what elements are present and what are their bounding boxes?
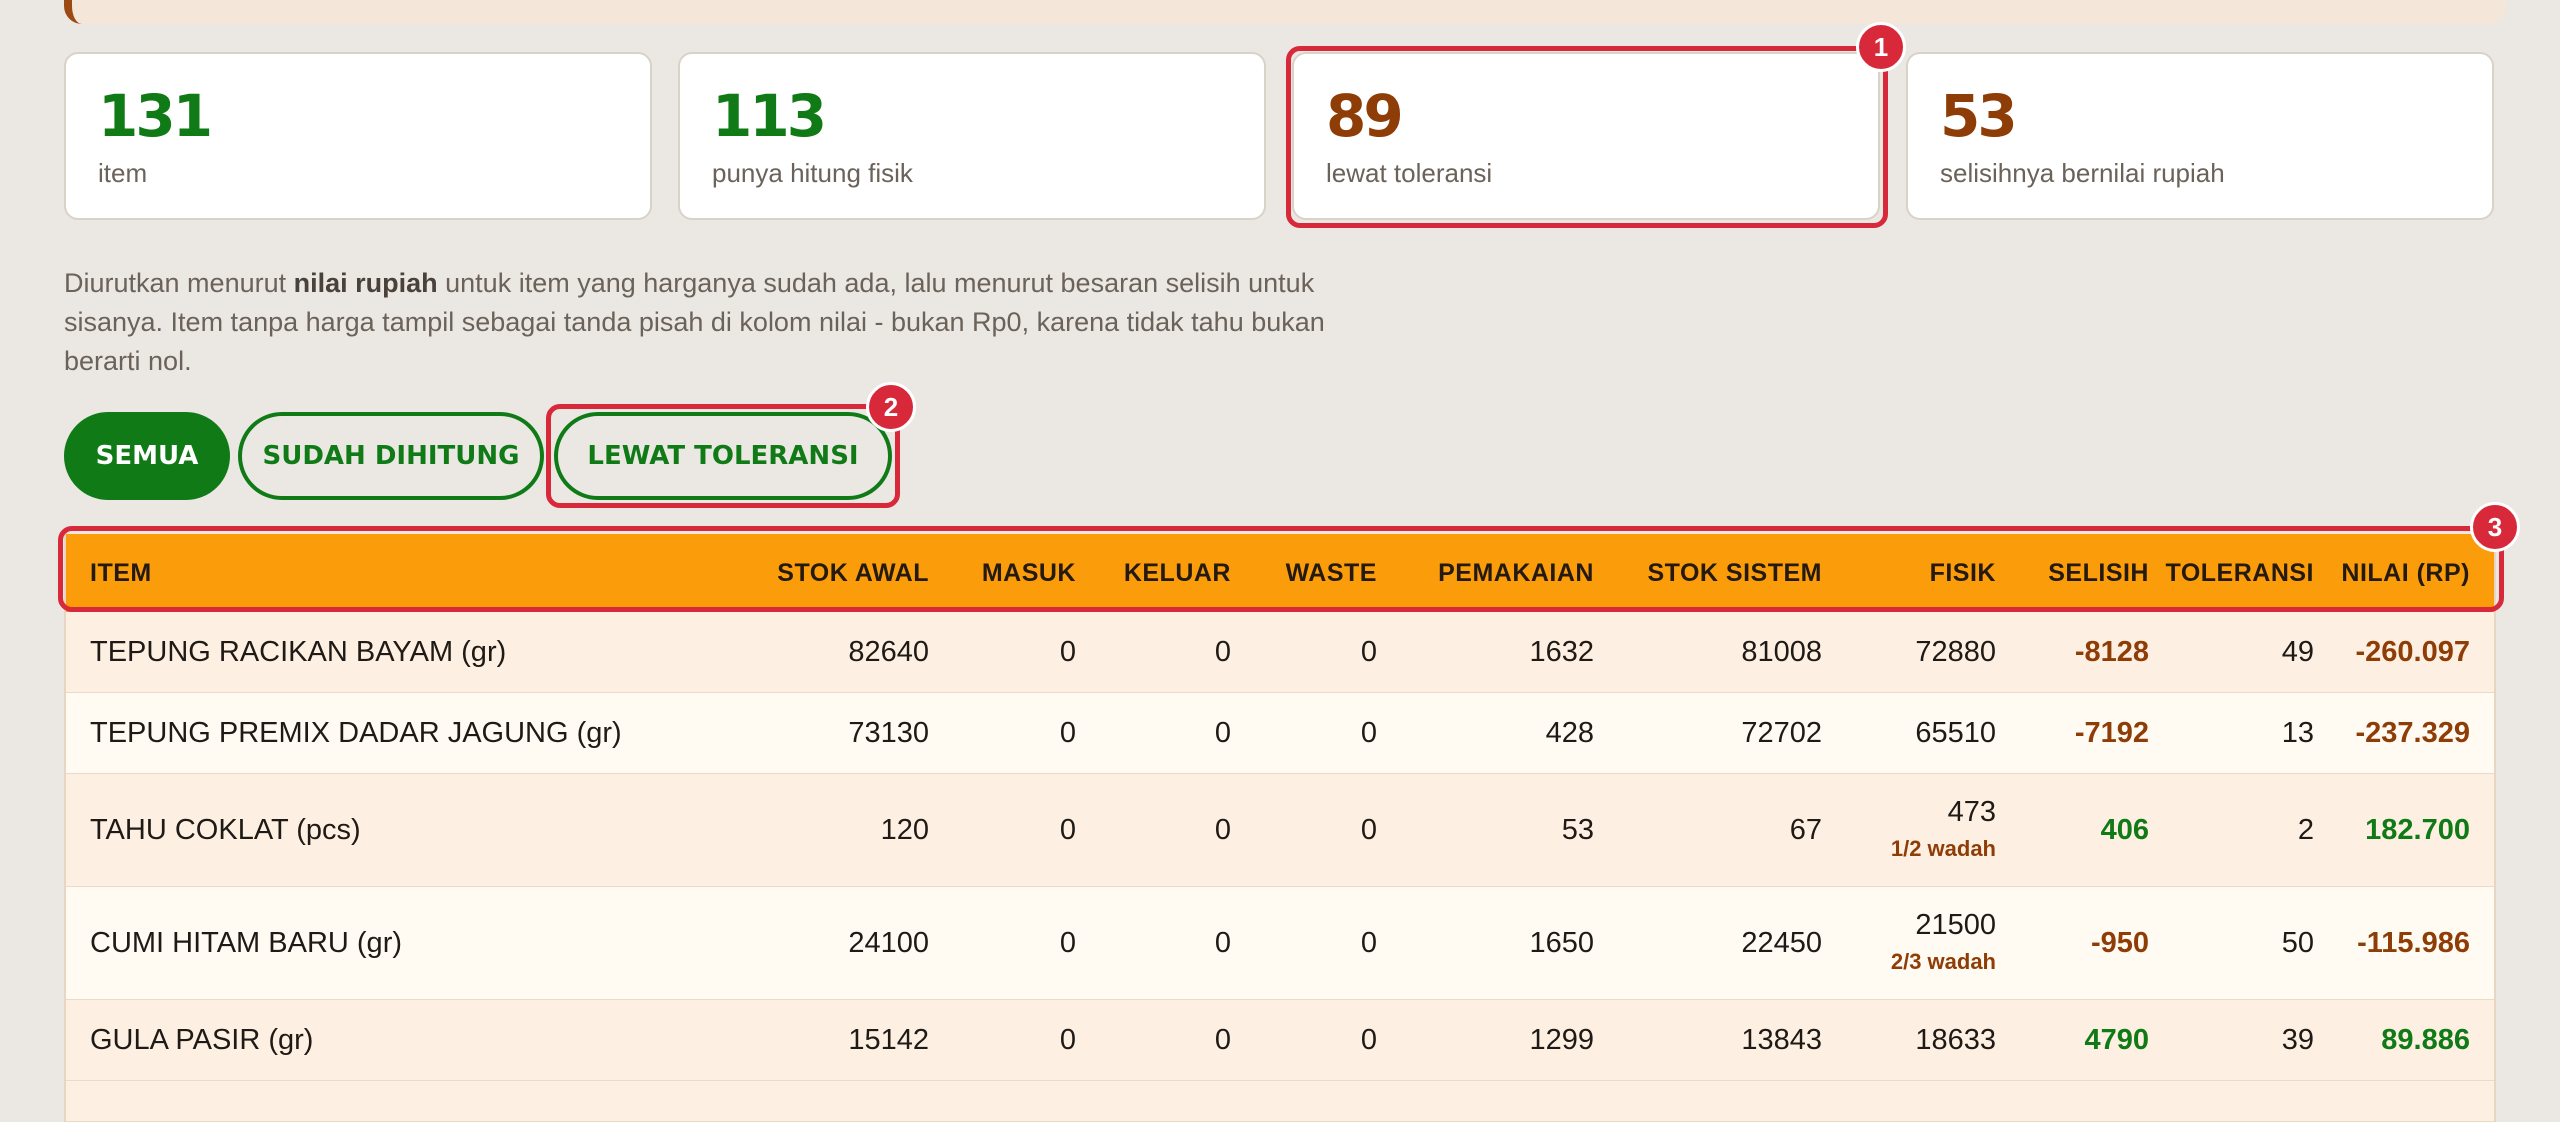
stat-value: 113	[712, 82, 827, 150]
cell-waste: 0	[1360, 717, 1377, 749]
filter-over-tolerance-button[interactable]: LEWAT TOLERANSI	[554, 412, 892, 500]
cell-selisih: 406	[2100, 814, 2149, 846]
cell-stok-awal: 82640	[848, 636, 929, 668]
cell-selisih: -7192	[2074, 717, 2149, 749]
cell-nilai: -260.097	[2355, 636, 2471, 668]
annotation-badge: 1	[1856, 22, 1906, 72]
cell-masuk: 0	[1059, 636, 1076, 668]
cell-item: TEPUNG PREMIX DADAR JAGUNG (gr)	[90, 717, 622, 749]
stat-card-items: 131 item	[64, 52, 652, 220]
header-pemakaian: PEMAKAIAN	[1438, 559, 1594, 587]
stat-value: 131	[98, 82, 213, 150]
cell-fisik-container: 2/3 wadah	[1890, 949, 1996, 974]
cell-pemakaian: 428	[1545, 717, 1594, 749]
cell-keluar: 0	[1214, 814, 1231, 846]
cell-waste: 0	[1360, 636, 1377, 668]
cell-keluar: 0	[1214, 1024, 1231, 1056]
stat-value: 53	[1940, 82, 2018, 150]
cell-fisik: 21500	[1915, 909, 1996, 941]
cell-stok-sistem: 13843	[1741, 1024, 1822, 1056]
cell-item: TEPUNG RACIKAN BAYAM (gr)	[90, 636, 507, 668]
table-body: TEPUNG RACIKAN BAYAM (gr) 82640 0 0 0 1632 810…	[66, 612, 2494, 1081]
cell-item: GULA PASIR (gr)	[90, 1024, 314, 1056]
header-toleransi: TOLERANSI	[2165, 559, 2314, 587]
cell-pemakaian: 1632	[1529, 636, 1594, 668]
cell-pemakaian: 1650	[1529, 927, 1594, 959]
cell-nilai: 89.886	[2381, 1024, 2470, 1056]
cell-toleransi: 39	[2281, 1024, 2314, 1056]
header-item: ITEM	[90, 559, 152, 587]
top-banner	[64, 0, 2506, 24]
cell-pemakaian: 53	[1561, 814, 1594, 846]
header-selisih: SELISIH	[2048, 559, 2149, 587]
cell-toleransi: 2	[2297, 814, 2314, 846]
filter-counted-button[interactable]: SUDAH DIHITUNG	[238, 412, 544, 500]
header-waste: WASTE	[1285, 559, 1377, 587]
cell-waste: 0	[1360, 814, 1377, 846]
header-masuk: MASUK	[981, 559, 1076, 587]
cell-fisik-container: 1/2 wadah	[1890, 836, 1996, 861]
cell-selisih: -8128	[2074, 636, 2149, 668]
stat-card-rupiah-diff: 53 selisihnya bernilai rupiah	[1906, 52, 2494, 220]
cell-toleransi: 49	[2281, 636, 2314, 668]
cell-stok-sistem: 67	[1789, 814, 1822, 846]
cell-keluar: 0	[1214, 927, 1231, 959]
stat-value: 89	[1326, 82, 1404, 150]
cell-item: CUMI HITAM BARU (gr)	[90, 927, 403, 959]
cell-fisik: 473	[1947, 796, 1996, 828]
stat-card-counted: 113 punya hitung fisik	[678, 52, 1266, 220]
cell-pemakaian: 1299	[1529, 1024, 1594, 1056]
cell-nilai: -115.986	[2357, 927, 2470, 959]
cell-toleransi: 13	[2281, 717, 2314, 749]
cell-selisih: -950	[2090, 927, 2149, 959]
header-stok-awal: STOK AWAL	[777, 559, 929, 587]
cell-waste: 0	[1360, 1024, 1377, 1056]
cell-stok-awal: 120	[880, 814, 929, 846]
cell-masuk: 0	[1059, 927, 1076, 959]
cell-toleransi: 50	[2281, 927, 2314, 959]
header-fisik: FISIK	[1929, 559, 1996, 587]
table-row[interactable]: TEPUNG RACIKAN BAYAM (gr) 82640 0 0 0 1632 810…	[66, 612, 2494, 693]
table-row[interactable]: CUMI HITAM BARU (gr) 24100 0 0 0 1650 22450 215…	[66, 887, 2494, 1000]
header-nilai: NILAI (RP)	[2341, 559, 2470, 587]
cell-fisik: 18633	[1915, 1024, 1996, 1056]
stat-label: selisihnya bernilai rupiah	[1940, 158, 2225, 188]
cell-keluar: 0	[1214, 636, 1231, 668]
cell-fisik: 72880	[1915, 636, 1996, 668]
header-keluar: KELUAR	[1123, 559, 1231, 587]
cell-item: TAHU COKLAT (pcs)	[90, 814, 361, 846]
cell-selisih: 4790	[2084, 1024, 2149, 1056]
cell-masuk: 0	[1059, 814, 1076, 846]
stat-label: punya hitung fisik	[712, 158, 913, 188]
sort-description: Diurutkan menurut nilai rupiah untuk ite…	[64, 264, 1404, 381]
annotation-badge: 2	[866, 382, 916, 432]
cell-waste: 0	[1360, 927, 1377, 959]
filter-all-button[interactable]: SEMUA	[64, 412, 230, 500]
stat-card-over-tolerance: 89 lewat toleransi	[1292, 52, 1880, 220]
annotation-badge: 3	[2470, 502, 2520, 552]
header-stok-sistem: STOK SISTEM	[1647, 559, 1822, 587]
cell-stok-sistem: 81008	[1741, 636, 1822, 668]
table-row[interactable]: TEPUNG PREMIX DADAR JAGUNG (gr) 73130 0 0 0 4…	[66, 693, 2494, 774]
cell-fisik: 65510	[1915, 717, 1996, 749]
cell-stok-awal: 24100	[848, 927, 929, 959]
cell-stok-awal: 73130	[848, 717, 929, 749]
cell-masuk: 0	[1059, 717, 1076, 749]
table-header: ITEM STOK AWAL MASUK KELUAR WASTE PEMAKA…	[66, 534, 2494, 612]
cell-stok-sistem: 72702	[1741, 717, 1822, 749]
cell-masuk: 0	[1059, 1024, 1076, 1056]
table-row[interactable]: TAHU COKLAT (pcs) 120 0 0 0 53 67 473 1/2 wadah 4…	[66, 774, 2494, 887]
table-row[interactable]: GULA PASIR (gr) 15142 0 0 0 1299 13843 18633 479…	[66, 1000, 2494, 1081]
table-row-partial	[66, 1081, 2494, 1122]
cell-keluar: 0	[1214, 717, 1231, 749]
description-bold: nilai rupiah	[293, 268, 438, 298]
stat-label: lewat toleransi	[1326, 158, 1493, 188]
description-text: Diurutkan menurut	[64, 268, 294, 298]
stat-label: item	[98, 158, 148, 188]
cell-nilai: 182.700	[2365, 814, 2470, 846]
cell-stok-awal: 15142	[848, 1024, 929, 1056]
cell-nilai: -237.329	[2355, 717, 2471, 749]
stock-table: ITEM STOK AWAL MASUK KELUAR WASTE PEMAKA…	[64, 534, 2496, 1122]
cell-stok-sistem: 22450	[1741, 927, 1822, 959]
